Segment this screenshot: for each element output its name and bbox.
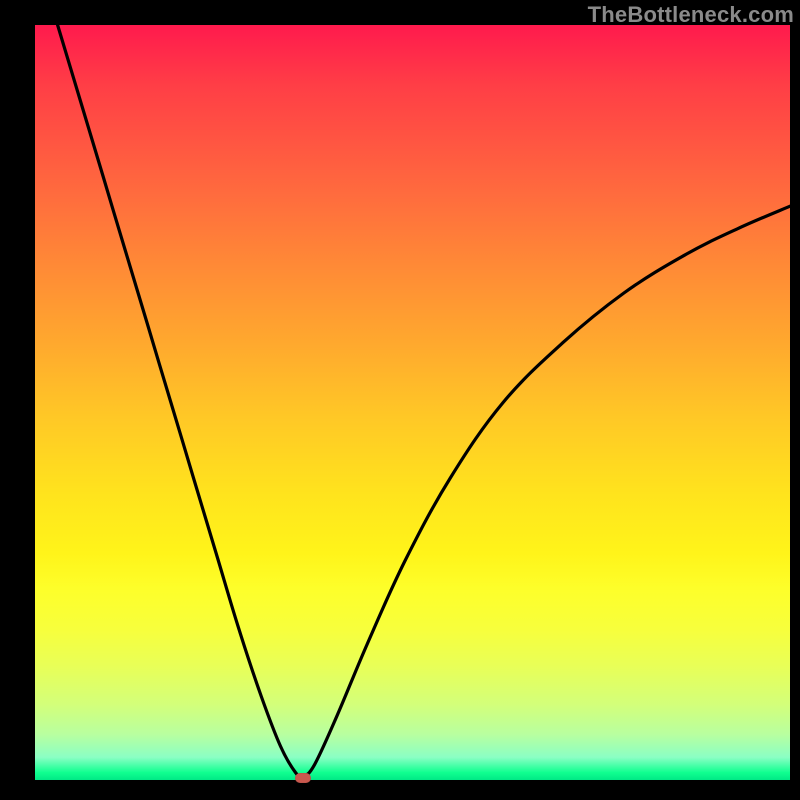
optimum-marker — [295, 773, 311, 783]
outer-frame: TheBottleneck.com — [0, 0, 800, 800]
bottleneck-curve — [35, 25, 790, 780]
